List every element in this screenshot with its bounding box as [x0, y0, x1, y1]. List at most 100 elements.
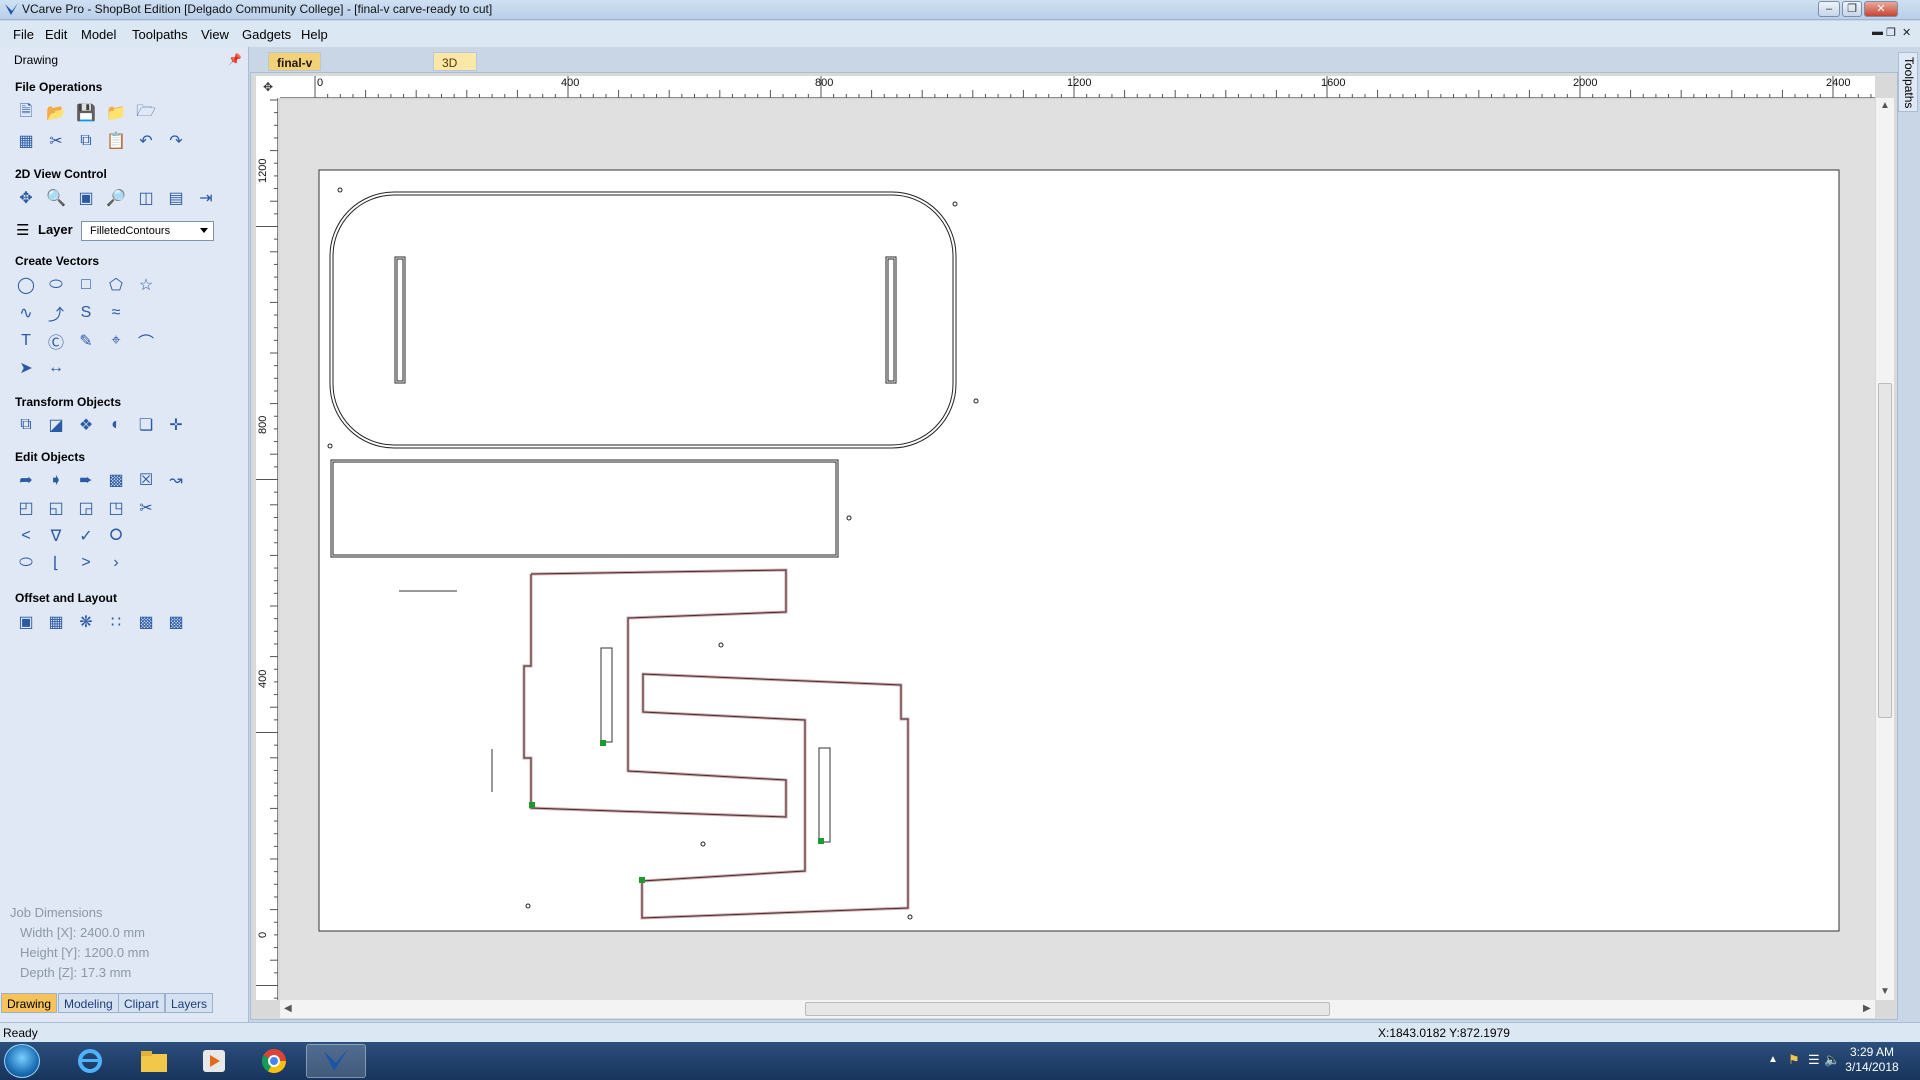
close-vector-icon[interactable]: ⭘: [104, 524, 128, 548]
toolpaths-panel-tab[interactable]: Toolpaths: [1898, 52, 1918, 112]
copy-icon[interactable]: ⧉: [74, 129, 98, 153]
chrome-icon[interactable]: [244, 1044, 304, 1078]
mirror-icon[interactable]: ◐: [104, 413, 128, 437]
intersect-icon[interactable]: ◲: [74, 496, 98, 520]
group-icon[interactable]: ▩: [104, 468, 128, 492]
menu-view[interactable]: View: [201, 27, 229, 42]
mdi-close-button[interactable]: ✕: [1902, 26, 1911, 39]
network-icon[interactable]: ☰: [1808, 1052, 1820, 1068]
clock[interactable]: 3:29 AM 3/14/2018: [1842, 1045, 1902, 1075]
polyline-icon[interactable]: ∿: [14, 301, 38, 325]
tab-3d-view[interactable]: 3D View: [433, 52, 477, 84]
save-icon[interactable]: 💾: [74, 101, 98, 125]
auto-layout-text-icon[interactable]: ⌖: [104, 329, 128, 353]
distort-icon[interactable]: ❏: [134, 413, 158, 437]
circular-array-icon[interactable]: ❋: [74, 610, 98, 634]
job-setup-icon[interactable]: ▦: [14, 129, 38, 153]
tab-modeling[interactable]: Modeling: [58, 993, 119, 1013]
offset-icon[interactable]: ▣: [14, 610, 38, 634]
undo-icon[interactable]: ↶: [134, 129, 158, 153]
horizontal-scrollbar[interactable]: ◀ ▶: [280, 1000, 1875, 1018]
tray-flag-icon[interactable]: ⚑: [1788, 1052, 1800, 1068]
rectangle-icon[interactable]: □: [74, 273, 98, 297]
draw-vector-icon[interactable]: ➤: [14, 356, 38, 380]
pin-icon[interactable]: 📌: [228, 53, 242, 66]
interactive-select-icon[interactable]: ➨: [74, 468, 98, 492]
tab-layers[interactable]: Layers: [165, 993, 214, 1013]
file-explorer-icon[interactable]: [124, 1044, 184, 1078]
scroll-left-icon[interactable]: ◀: [284, 1003, 292, 1014]
copy-along-vector-icon[interactable]: ∷: [104, 610, 128, 634]
mdi-minimize-button[interactable]: ▬: [1872, 26, 1883, 38]
import-vectors-icon[interactable]: 📁: [104, 101, 128, 125]
export-view-icon[interactable]: ⇥: [194, 186, 218, 210]
cut-icon[interactable]: ✂: [44, 129, 68, 153]
menu-edit[interactable]: Edit: [45, 27, 67, 42]
text-arc-icon[interactable]: ⌒: [134, 329, 158, 353]
zoom-extents-icon[interactable]: ▣: [74, 186, 98, 210]
curve-fit-icon[interactable]: ⌊: [44, 551, 68, 575]
scissors-icon[interactable]: ✂: [134, 496, 158, 520]
node-edit-icon[interactable]: ➧: [44, 468, 68, 492]
start-button[interactable]: [4, 1044, 40, 1078]
menu-gadgets[interactable]: Gadgets: [242, 27, 291, 42]
text-box-icon[interactable]: Ⓒ: [44, 329, 68, 353]
align-icon[interactable]: ❖: [74, 413, 98, 437]
split-view-icon[interactable]: ◫: [134, 186, 158, 210]
import-bitmap-icon[interactable]: 🗁: [134, 101, 158, 125]
ellipse-icon[interactable]: ⬭: [44, 273, 68, 297]
spiral-icon[interactable]: S: [74, 301, 98, 325]
media-player-icon[interactable]: [184, 1044, 244, 1078]
trim-icon[interactable]: ◳: [104, 496, 128, 520]
wave-icon[interactable]: ≈: [104, 301, 128, 325]
extend-icon[interactable]: ✓: [74, 524, 98, 548]
tangent-icon[interactable]: ›: [104, 551, 128, 575]
smooth-icon[interactable]: ⬭: [14, 551, 38, 575]
subtract-icon[interactable]: ◱: [44, 496, 68, 520]
zoom-icon[interactable]: 🔍: [44, 186, 68, 210]
scale-icon[interactable]: ◪: [44, 413, 68, 437]
menu-file[interactable]: File: [13, 27, 34, 42]
menu-toolpaths[interactable]: Toolpaths: [132, 27, 188, 42]
scroll-up-icon[interactable]: ▲: [1880, 100, 1890, 111]
paste-icon[interactable]: 📋: [104, 129, 128, 153]
tab-drawing[interactable]: Drawing: [1, 993, 58, 1013]
move-icon[interactable]: ⧉: [14, 413, 38, 437]
minimize-button[interactable]: –: [1818, 1, 1840, 17]
close-button[interactable]: ✕: [1864, 1, 1898, 17]
layer-dropdown[interactable]: FilletedContours: [81, 221, 214, 241]
drawing-canvas[interactable]: [280, 100, 1875, 1000]
circle-icon[interactable]: ◯: [14, 273, 38, 297]
polygon-icon[interactable]: ⬠: [104, 273, 128, 297]
arc-icon[interactable]: >: [74, 551, 98, 575]
dimension-icon[interactable]: ↔: [44, 356, 68, 380]
redo-icon[interactable]: ↷: [164, 129, 188, 153]
mdi-restore-button[interactable]: ❐: [1886, 26, 1896, 39]
tab-clipart[interactable]: Clipart: [118, 993, 165, 1013]
new-file-icon[interactable]: 🗎: [14, 101, 38, 125]
array-copy-icon[interactable]: ▦: [44, 610, 68, 634]
tray-expand-icon[interactable]: ▲: [1768, 1054, 1778, 1065]
nesting-icon[interactable]: ▩: [134, 610, 158, 634]
volume-icon[interactable]: 🔈: [1824, 1052, 1840, 1068]
scroll-right-icon[interactable]: ▶: [1863, 1003, 1871, 1014]
menu-help[interactable]: Help: [301, 27, 328, 42]
menu-model[interactable]: Model: [81, 27, 116, 42]
pan-icon[interactable]: ✥: [14, 186, 38, 210]
vertical-scrollbar[interactable]: ▲ ▼: [1876, 98, 1894, 1000]
vertical-scroll-thumb[interactable]: [1878, 383, 1892, 718]
text-icon[interactable]: T: [14, 329, 38, 353]
star-icon[interactable]: ☆: [134, 273, 158, 297]
auto-nest-icon[interactable]: ▩: [164, 610, 188, 634]
open-file-icon[interactable]: 📂: [44, 101, 68, 125]
zoom-selection-icon[interactable]: 🔎: [104, 186, 128, 210]
restore-button[interactable]: ❐: [1842, 1, 1862, 17]
center-icon[interactable]: ✛: [164, 413, 188, 437]
measure-icon[interactable]: ↝: [164, 468, 188, 492]
join-icon[interactable]: <: [14, 524, 38, 548]
ruler-origin-icon[interactable]: ✥: [256, 76, 280, 98]
horizontal-scroll-thumb[interactable]: [805, 1002, 1330, 1016]
ruler-view-icon[interactable]: ▤: [164, 186, 188, 210]
ungroup-icon[interactable]: ☒: [134, 468, 158, 492]
vcarve-taskbar-icon[interactable]: [306, 1044, 366, 1078]
